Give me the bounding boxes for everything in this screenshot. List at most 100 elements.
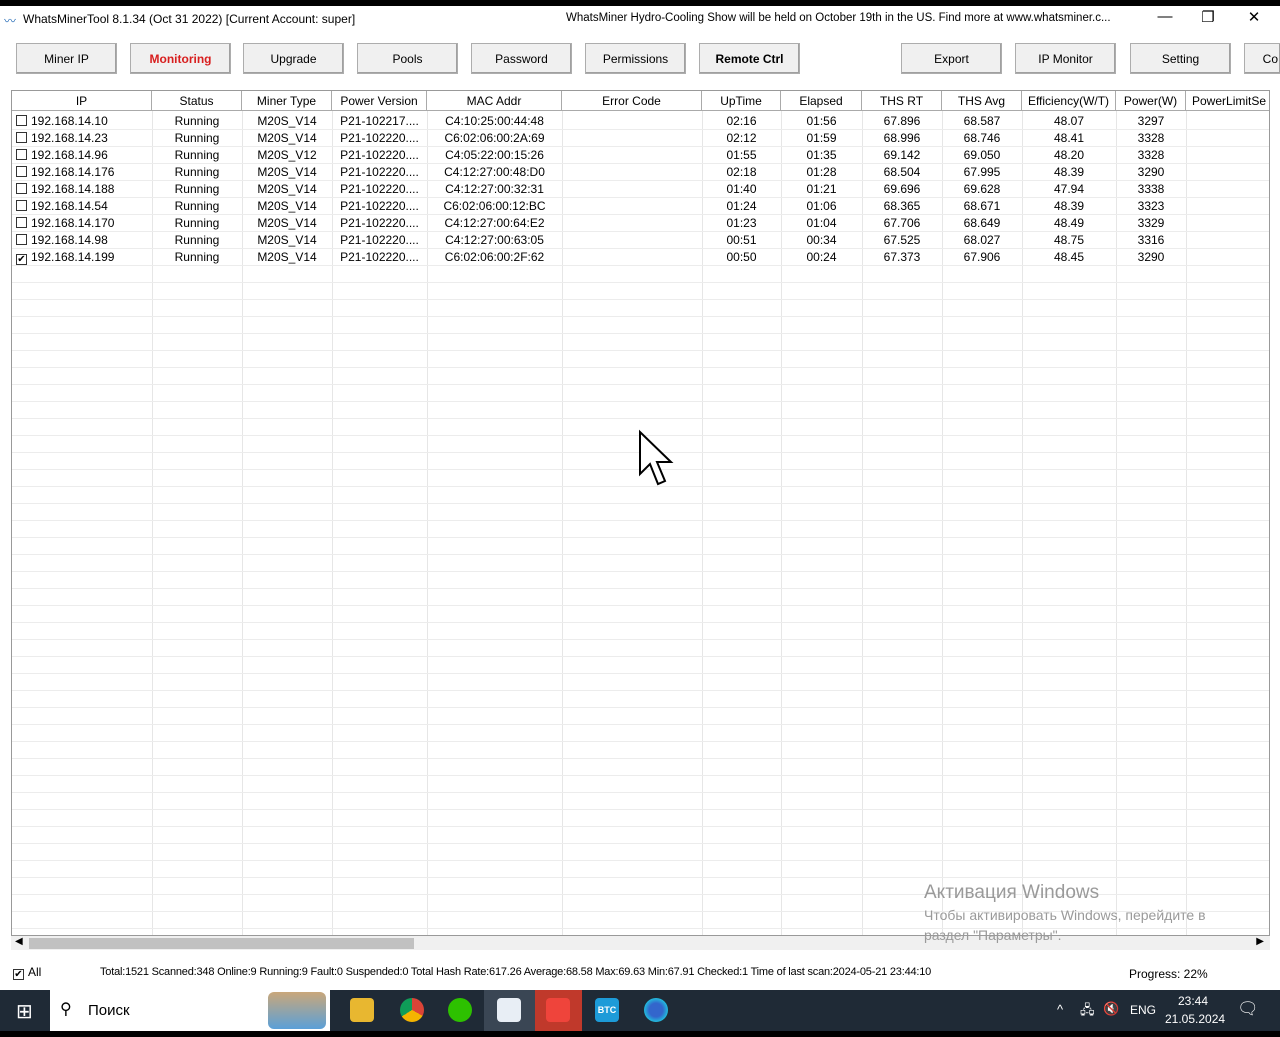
progress-label: Progress: 22%	[1129, 967, 1208, 981]
column-header-ths-rt[interactable]: THS RT	[862, 91, 942, 111]
cell-elapsed: 01:06	[806, 199, 837, 213]
cell-status: Running	[174, 148, 220, 162]
column-header-power-w-[interactable]: Power(W)	[1116, 91, 1186, 111]
toolbar-button-miner-ip[interactable]: Miner IP	[16, 43, 117, 74]
search-box[interactable]: ⚲ Поиск	[50, 990, 330, 1031]
toolbar-button-setting[interactable]: Setting	[1130, 43, 1231, 74]
table-row[interactable]: 192.168.14.176 Running M20S_V14 P21-102220.…	[12, 164, 1269, 181]
row-checkbox[interactable]	[16, 217, 27, 228]
edge-icon[interactable]	[644, 998, 668, 1022]
cell-efficiency-w-t-: 48.20	[1053, 148, 1085, 162]
cell-power-version: P21-102220....	[340, 233, 419, 247]
cell-mac-addr: C4:12:27:00:32:31	[445, 182, 544, 196]
clock-time[interactable]: 23:44	[1178, 994, 1208, 1008]
tray-chevron-icon[interactable]: ^	[1057, 1002, 1063, 1017]
cell-ths-avg: 68.671	[963, 199, 1001, 213]
table-row[interactable]: 192.168.14.170 Running M20S_V14 P21-102220.…	[12, 215, 1269, 232]
toolbar-button-monitoring[interactable]: Monitoring	[130, 43, 231, 74]
table-row[interactable]: 192.168.14.23 Running M20S_V14 P21-102220..…	[12, 130, 1269, 147]
column-header-ths-avg[interactable]: THS Avg	[942, 91, 1022, 111]
row-checkbox[interactable]	[16, 200, 27, 211]
taskbar-whatsminer[interactable]	[484, 990, 535, 1031]
column-header-powerlimitse[interactable]: PowerLimitSe	[1186, 91, 1269, 111]
cell-elapsed: 01:28	[806, 165, 837, 179]
cell-ths-rt: 67.896	[883, 114, 921, 128]
scrollbar-thumb[interactable]	[29, 938, 414, 949]
row-checkbox[interactable]	[16, 166, 27, 177]
table-row[interactable]: 192.168.14.96 Running M20S_V12 P21-102220..…	[12, 147, 1269, 164]
column-header-miner-type[interactable]: Miner Type	[242, 91, 332, 111]
column-header-error-code[interactable]: Error Code	[562, 91, 702, 111]
row-divider	[12, 520, 1269, 521]
status-summary: Total:1521 Scanned:348 Online:9 Running:…	[100, 966, 932, 978]
row-divider	[12, 928, 1269, 929]
file-explorer-icon[interactable]	[350, 998, 374, 1022]
windows-start-icon[interactable]: ⊞	[16, 999, 33, 1024]
network-icon[interactable]: 🖧	[1080, 1001, 1095, 1023]
toolbar-button-pools[interactable]: Pools	[357, 43, 458, 74]
row-checkbox[interactable]	[16, 115, 27, 126]
row-divider	[12, 639, 1269, 640]
table-row[interactable]: 192.168.14.10 Running M20S_V14 P21-102217..…	[12, 113, 1269, 130]
cell-mac-addr: C4:05:22:00:15:26	[445, 148, 544, 162]
scroll-left-icon[interactable]: ◀	[15, 936, 23, 947]
select-all-label: All	[28, 965, 42, 979]
select-all-checkbox[interactable]: ✔ All	[13, 965, 41, 980]
close-button[interactable]: ✕	[1239, 8, 1269, 26]
toolbar-button-ip-monitor[interactable]: IP Monitor	[1015, 43, 1116, 74]
cell-error-code	[562, 147, 702, 164]
chrome-icon[interactable]	[400, 998, 424, 1022]
row-divider	[12, 707, 1269, 708]
column-header-ip[interactable]: IP	[12, 91, 152, 111]
column-header-uptime[interactable]: UpTime	[702, 91, 781, 111]
column-header-power-version[interactable]: Power Version	[332, 91, 427, 111]
table-row[interactable]: 192.168.14.188 Running M20S_V14 P21-102220.…	[12, 181, 1269, 198]
scroll-right-icon[interactable]: ▶	[1256, 936, 1264, 947]
row-checkbox[interactable]	[16, 132, 27, 143]
notifications-icon[interactable]: 🗨	[1237, 999, 1259, 1019]
horizontal-scrollbar[interactable]: ◀ ▶	[11, 936, 1270, 950]
cell-uptime: 01:40	[726, 182, 757, 196]
row-divider	[12, 775, 1269, 776]
language-indicator[interactable]: ENG	[1130, 1003, 1156, 1017]
cell-miner-type: M20S_V14	[257, 199, 317, 213]
volume-muted-icon[interactable]: 🔇	[1103, 1001, 1119, 1017]
cell-power-version: P21-102220....	[340, 165, 419, 179]
btc-tools-icon[interactable]: BTC	[595, 998, 619, 1022]
clock-date[interactable]: 21.05.2024	[1165, 1012, 1225, 1026]
cell-ip-container: 192.168.14.98	[12, 232, 152, 249]
row-checkbox[interactable]	[16, 183, 27, 194]
column-header-efficiency-w-t-[interactable]: Efficiency(W/T)	[1022, 91, 1116, 111]
cell-ip-container: 192.168.14.188	[12, 181, 152, 198]
checkbox-icon[interactable]: ✔	[13, 969, 24, 980]
taskbar-anydesk[interactable]	[535, 990, 582, 1031]
table-row[interactable]: ✔ 192.168.14.199 Running M20S_V14 P21-102220…	[12, 249, 1269, 266]
cell-uptime: 02:12	[726, 131, 757, 145]
toolbar-button-co[interactable]: Co	[1244, 43, 1280, 74]
minimize-button[interactable]: —	[1150, 8, 1180, 25]
restore-button[interactable]: ❐	[1193, 8, 1223, 26]
cell-powerlimitse	[1186, 232, 1269, 249]
window-title: WhatsMinerTool 8.1.34 (Oct 31 2022) [Cur…	[23, 12, 356, 26]
row-checkbox[interactable]	[16, 234, 27, 245]
row-checkbox[interactable]: ✔	[16, 254, 27, 265]
row-checkbox[interactable]	[16, 149, 27, 160]
cell-power-version: P21-102220....	[340, 250, 419, 264]
cell-efficiency-w-t-: 47.94	[1053, 182, 1085, 196]
banner-text[interactable]: WhatsMiner Hydro-Cooling Show will be he…	[566, 12, 1111, 24]
column-header-mac-addr[interactable]: MAC Addr	[427, 91, 562, 111]
cell-power-w-: 3316	[1137, 233, 1165, 247]
toolbar-button-upgrade[interactable]: Upgrade	[243, 43, 344, 74]
toolbar-button-password[interactable]: Password	[471, 43, 572, 74]
column-header-elapsed[interactable]: Elapsed	[781, 91, 862, 111]
table-row[interactable]: 192.168.14.54 Running M20S_V14 P21-102220..…	[12, 198, 1269, 215]
cell-error-code	[562, 249, 702, 266]
column-header-status[interactable]: Status	[152, 91, 242, 111]
wechat-icon[interactable]	[448, 998, 472, 1022]
table-row[interactable]: 192.168.14.98 Running M20S_V14 P21-102220..…	[12, 232, 1269, 249]
toolbar-button-remote-ctrl[interactable]: Remote Ctrl	[699, 43, 800, 74]
toolbar-button-permissions[interactable]: Permissions	[585, 43, 686, 74]
toolbar-button-export[interactable]: Export	[901, 43, 1002, 74]
cell-ths-avg: 68.027	[963, 233, 1001, 247]
row-divider	[12, 860, 1269, 861]
